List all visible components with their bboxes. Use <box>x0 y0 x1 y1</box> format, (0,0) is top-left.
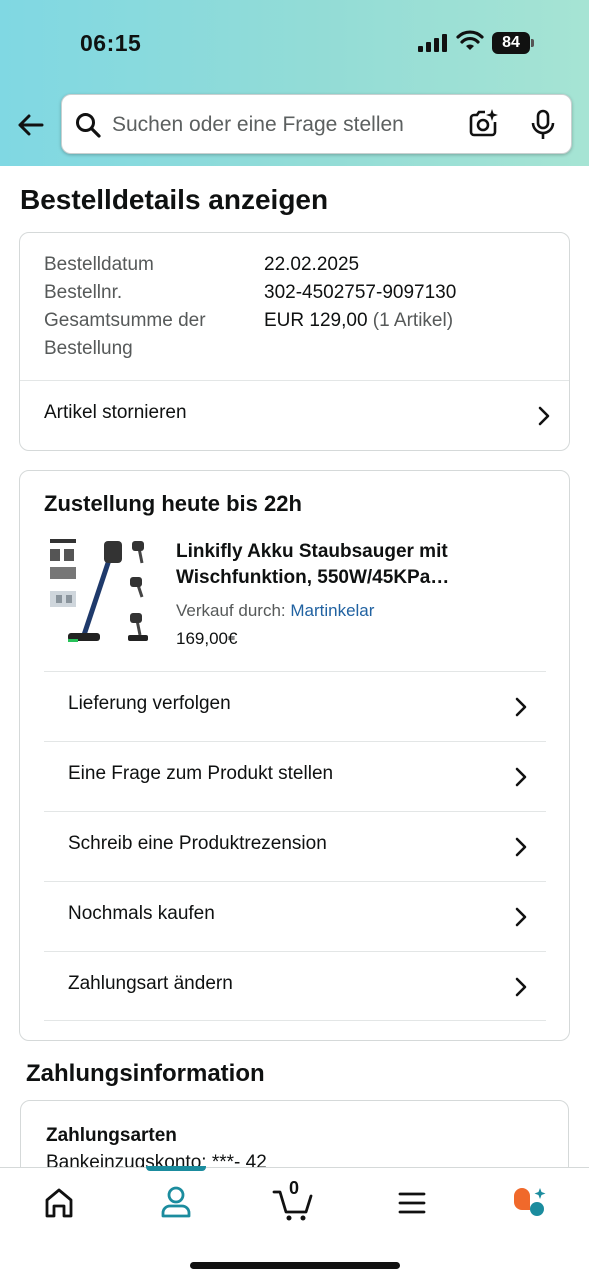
back-arrow-icon[interactable] <box>12 106 50 144</box>
order-total-value: EUR 129,00 (1 Artikel) <box>264 310 454 331</box>
change-payment-label: Zahlungsart ändern <box>68 973 233 994</box>
account-icon[interactable] <box>146 1182 206 1222</box>
cellular-signal-icon <box>418 34 447 52</box>
cancel-items-link[interactable]: Artikel stornieren <box>20 381 569 451</box>
battery-level: 84 <box>492 32 530 54</box>
order-item-count: (1 Artikel) <box>372 310 454 331</box>
chevron-right-icon <box>515 697 527 717</box>
order-number-label: Bestellnr. <box>44 282 123 303</box>
camera-lens-icon[interactable] <box>467 108 499 140</box>
order-date-value: 22.02.2025 <box>264 254 360 275</box>
active-tab-indicator <box>146 1166 206 1171</box>
delivery-card: Zustellung heute bis 22h Linkifly Akku S… <box>19 470 570 1041</box>
track-delivery-item[interactable]: Lieferung verfolgen <box>44 671 546 741</box>
ask-product-question-item[interactable]: Eine Frage zum Produkt stellen <box>44 741 546 811</box>
payment-section-title: Zahlungsinformation <box>26 1060 265 1087</box>
order-total-label: Gesamtsumme der Bestellung <box>44 310 206 359</box>
chevron-right-icon <box>515 837 527 857</box>
product-image[interactable] <box>48 535 154 647</box>
menu-icon[interactable] <box>382 1182 442 1222</box>
seller-info: Verkauf durch: Martinkelar <box>176 601 375 620</box>
cancel-items-label: Artikel stornieren <box>44 402 187 423</box>
home-indicator <box>190 1262 400 1269</box>
delivery-heading: Zustellung heute bis 22h <box>44 491 302 516</box>
chevron-right-icon <box>515 977 527 997</box>
order-number-value: 302-4502757-9097130 <box>264 282 457 303</box>
write-review-item[interactable]: Schreib eine Produktrezension <box>44 811 546 881</box>
microphone-icon[interactable] <box>530 109 556 141</box>
payment-methods-heading: Zahlungsarten <box>46 1125 177 1146</box>
product-price: 169,00€ <box>176 629 238 648</box>
search-input[interactable] <box>112 105 452 145</box>
ask-product-question-label: Eine Frage zum Produkt stellen <box>68 763 334 784</box>
product-title[interactable]: Linkifly Akku Staubsauger mit Wischfunkt… <box>176 539 548 591</box>
change-payment-item[interactable]: Zahlungsart ändern <box>44 951 546 1021</box>
chevron-right-icon <box>515 907 527 927</box>
search-icon <box>76 113 101 138</box>
rufus-assistant-icon[interactable] <box>500 1182 560 1222</box>
page-title: Bestelldetails anzeigen <box>20 184 329 215</box>
order-summary-card: Bestelldatum 22.02.2025 Bestellnr. 302-4… <box>19 232 570 451</box>
wifi-icon <box>456 30 484 50</box>
seller-link[interactable]: Martinkelar <box>290 601 374 620</box>
chevron-right-icon <box>515 767 527 787</box>
cart-count: 0 <box>288 1178 299 1198</box>
write-review-label: Schreib eine Produktrezension <box>68 833 327 854</box>
status-bar: 06:15 84 <box>0 0 589 88</box>
top-header: 06:15 84 <box>0 0 589 166</box>
cart-tab[interactable]: 0 <box>264 1178 324 1222</box>
track-delivery-label: Lieferung verfolgen <box>68 693 231 714</box>
battery-icon: 84 <box>492 32 534 54</box>
status-time: 06:15 <box>80 30 142 56</box>
order-date-label: Bestelldatum <box>44 254 154 275</box>
buy-again-item[interactable]: Nochmals kaufen <box>44 881 546 951</box>
search-bar[interactable] <box>61 94 572 154</box>
buy-again-label: Nochmals kaufen <box>68 903 215 924</box>
home-icon[interactable] <box>29 1182 89 1222</box>
chevron-right-icon <box>538 406 550 426</box>
